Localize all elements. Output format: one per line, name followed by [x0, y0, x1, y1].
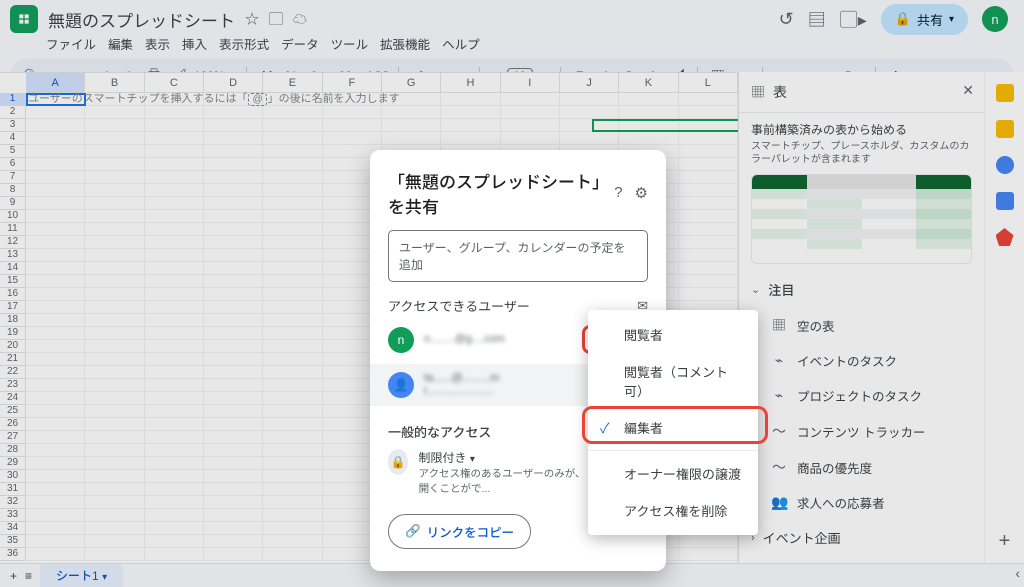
link-icon: 🔗 — [405, 524, 421, 539]
editor-name: ta......@.........m — [424, 372, 499, 385]
editor-avatar: 👤 — [388, 372, 414, 398]
editor-sub: t........................ — [424, 386, 499, 398]
role-commenter[interactable]: 閲覧者（コメント可） — [588, 353, 758, 409]
lock-icon: 🔒 — [388, 449, 408, 475]
role-menu: 閲覧者 閲覧者（コメント可） 編集者 オーナー権限の譲渡 アクセス権を削除 — [588, 310, 758, 535]
role-remove[interactable]: アクセス権を削除 — [588, 492, 758, 529]
dialog-title: 「無題のスプレッドシート」を共有 — [388, 168, 614, 218]
owner-avatar: n — [388, 327, 414, 353]
copy-link-button[interactable]: 🔗 リンクをコピー — [388, 514, 531, 549]
role-transfer-ownership[interactable]: オーナー権限の譲渡 — [588, 455, 758, 492]
role-editor[interactable]: 編集者 — [588, 409, 758, 446]
owner-email: n........@g....com — [424, 333, 505, 346]
gear-icon[interactable]: ⚙ — [635, 184, 648, 202]
share-people-input[interactable]: ユーザー、グループ、カレンダーの予定を追加 — [388, 230, 648, 282]
help-icon[interactable]: ? — [614, 184, 622, 202]
role-viewer[interactable]: 閲覧者 — [588, 316, 758, 353]
